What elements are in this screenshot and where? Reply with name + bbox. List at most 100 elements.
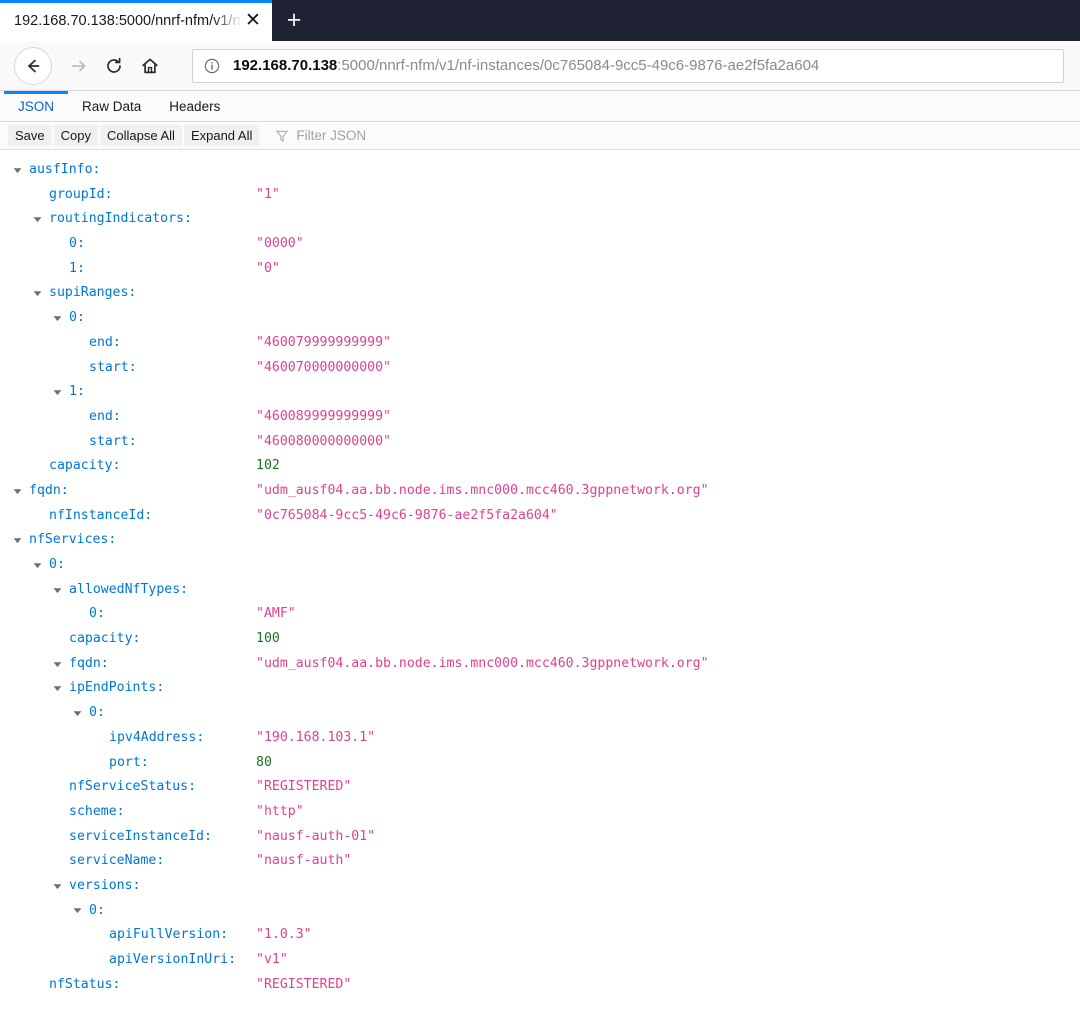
- json-row[interactable]: fqdn: "udm_ausf04.aa.bb.node.ims.mnc000.m…: [0, 479, 1080, 504]
- json-row[interactable]: nfStatus: "REGISTERED": [0, 973, 1080, 998]
- json-key: fqdn:: [69, 655, 109, 671]
- expand-all-button[interactable]: Expand All: [183, 125, 260, 146]
- json-value: "190.168.103.1": [256, 729, 376, 745]
- json-row[interactable]: nfInstanceId: "0c765084-9cc5-49c6-9876-ae…: [0, 504, 1080, 529]
- filter-icon: [275, 129, 289, 143]
- json-row-label: serviceInstanceId:: [0, 825, 256, 850]
- json-row-label: routingIndicators:: [0, 207, 256, 232]
- json-row[interactable]: 0:: [0, 701, 1080, 726]
- chevron-down-icon[interactable]: [33, 215, 46, 224]
- json-row[interactable]: allowedNfTypes:: [0, 578, 1080, 603]
- json-row[interactable]: 1:: [0, 380, 1080, 405]
- json-key: nfServices:: [29, 532, 117, 548]
- json-key: apiVersionInUri:: [109, 952, 237, 967]
- json-row[interactable]: 0:: [0, 553, 1080, 578]
- browser-tab-title: 192.168.70.138:5000/nnrf-nfm/v1/n: [14, 12, 240, 29]
- json-viewer-toolbar: Save Copy Collapse All Expand All: [0, 122, 1080, 150]
- json-row[interactable]: serviceName: "nausf-auth": [0, 849, 1080, 874]
- json-row-label: apiVersionInUri:: [0, 948, 256, 973]
- chevron-down-icon[interactable]: [13, 536, 26, 545]
- json-key: nfInstanceId:: [49, 507, 153, 523]
- json-row[interactable]: end: "460079999999999": [0, 331, 1080, 356]
- chevron-down-icon[interactable]: [33, 289, 46, 298]
- reload-icon[interactable]: [96, 48, 132, 84]
- json-key: groupId:: [49, 186, 113, 202]
- json-row[interactable]: 0:: [0, 306, 1080, 331]
- chevron-down-icon[interactable]: [13, 166, 26, 175]
- json-row[interactable]: apiVersionInUri: "v1": [0, 948, 1080, 973]
- json-row-label: 0:: [0, 553, 256, 578]
- json-row-label: nfInstanceId:: [0, 504, 256, 529]
- tab-headers[interactable]: Headers: [155, 91, 234, 121]
- json-row[interactable]: versions:: [0, 874, 1080, 899]
- json-row[interactable]: ipv4Address: "190.168.103.1": [0, 726, 1080, 751]
- chevron-down-icon[interactable]: [53, 882, 66, 891]
- info-icon[interactable]: [203, 57, 221, 75]
- json-value: "v1": [256, 952, 288, 967]
- json-row[interactable]: routingIndicators:: [0, 207, 1080, 232]
- json-row[interactable]: fqdn: "udm_ausf04.aa.bb.node.ims.mnc000.m…: [0, 652, 1080, 677]
- browser-tab-active[interactable]: 192.168.70.138:5000/nnrf-nfm/v1/n ✕: [0, 0, 272, 41]
- chevron-down-icon[interactable]: [53, 314, 66, 323]
- json-row[interactable]: nfType: "AUSF": [0, 997, 1080, 1000]
- json-row-label: apiFullVersion:: [0, 923, 256, 948]
- chevron-down-icon[interactable]: [53, 388, 66, 397]
- chevron-down-icon[interactable]: [53, 684, 66, 693]
- json-row[interactable]: 0:: [0, 899, 1080, 924]
- chevron-down-icon[interactable]: [33, 561, 46, 570]
- json-row[interactable]: apiFullVersion: "1.0.3": [0, 923, 1080, 948]
- json-key: 1:: [69, 260, 85, 276]
- json-row[interactable]: serviceInstanceId: "nausf-auth-01": [0, 825, 1080, 850]
- filter-json-container[interactable]: [275, 128, 497, 143]
- json-row-label: nfServices:: [0, 528, 256, 553]
- json-row[interactable]: supiRanges:: [0, 281, 1080, 306]
- home-icon[interactable]: [132, 48, 168, 84]
- tab-raw-data[interactable]: Raw Data: [68, 91, 155, 121]
- save-button[interactable]: Save: [8, 125, 52, 146]
- json-key: start:: [89, 359, 137, 375]
- chevron-down-icon[interactable]: [53, 660, 66, 669]
- back-arrow-icon[interactable]: [14, 46, 52, 85]
- json-value: "0": [256, 260, 280, 276]
- json-row-label: scheme:: [0, 800, 256, 825]
- json-row-label: 0:: [0, 232, 256, 257]
- json-key: apiFullVersion:: [109, 927, 229, 943]
- json-key: nfStatus:: [49, 976, 121, 992]
- json-row[interactable]: capacity: 100: [0, 627, 1080, 652]
- json-row[interactable]: 0: "AMF": [0, 602, 1080, 627]
- json-row[interactable]: capacity: 102: [0, 454, 1080, 479]
- json-row-label: 1:: [0, 380, 256, 405]
- chevron-down-icon[interactable]: [73, 709, 86, 718]
- filter-json-input[interactable]: [296, 128, 497, 143]
- json-row[interactable]: port: 80: [0, 751, 1080, 776]
- json-row[interactable]: ausfInfo:: [0, 158, 1080, 183]
- tab-json[interactable]: JSON: [4, 91, 69, 121]
- json-row[interactable]: nfServiceStatus: "REGISTERED": [0, 775, 1080, 800]
- json-key: serviceInstanceId:: [69, 828, 212, 844]
- json-key: nfServiceStatus:: [69, 779, 197, 795]
- json-key: supiRanges:: [49, 285, 137, 301]
- collapse-all-button[interactable]: Collapse All: [100, 125, 182, 146]
- new-tab-button[interactable]: +: [272, 0, 316, 41]
- copy-button[interactable]: Copy: [53, 125, 98, 146]
- close-icon[interactable]: ✕: [240, 8, 266, 34]
- json-key: end:: [89, 408, 121, 424]
- json-row-label: fqdn:: [0, 652, 256, 677]
- json-row[interactable]: ipEndPoints:: [0, 676, 1080, 701]
- chevron-down-icon[interactable]: [53, 586, 66, 595]
- json-value: "1": [256, 186, 280, 202]
- json-row-label: 0:: [0, 701, 256, 726]
- address-bar[interactable]: 192.168.70.138:5000/nnrf-nfm/v1/nf-insta…: [192, 48, 1064, 83]
- json-key: 0:: [69, 310, 85, 326]
- json-row[interactable]: start: "460070000000000": [0, 356, 1080, 381]
- chevron-down-icon[interactable]: [13, 487, 26, 496]
- json-row[interactable]: end: "460089999999999": [0, 405, 1080, 430]
- chevron-down-icon[interactable]: [73, 906, 86, 915]
- json-row[interactable]: 0: "0000": [0, 232, 1080, 257]
- json-row[interactable]: nfServices:: [0, 528, 1080, 553]
- json-row-label: start:: [0, 356, 256, 381]
- json-row[interactable]: 1: "0": [0, 257, 1080, 282]
- json-row[interactable]: start: "460080000000000": [0, 430, 1080, 455]
- json-row[interactable]: scheme: "http": [0, 800, 1080, 825]
- json-row[interactable]: groupId: "1": [0, 183, 1080, 208]
